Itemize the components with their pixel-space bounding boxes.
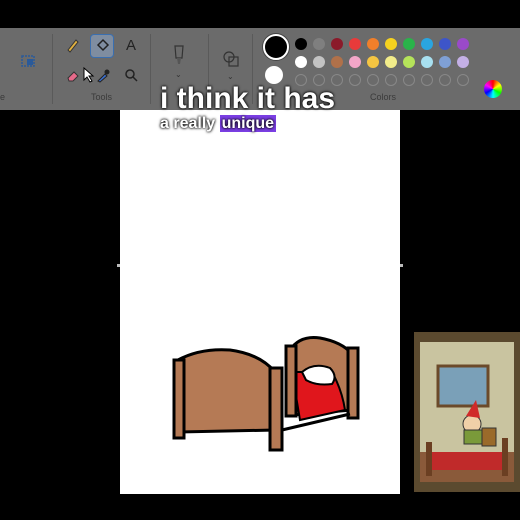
shapes-icon[interactable] xyxy=(220,48,242,70)
palette-swatch[interactable] xyxy=(421,38,433,50)
custom-color-slot[interactable] xyxy=(385,74,397,86)
primary-color-swatch[interactable] xyxy=(263,34,289,60)
custom-color-slot[interactable] xyxy=(349,74,361,86)
drawing-canvas[interactable] xyxy=(120,110,400,495)
caption-line1: i think it has xyxy=(160,82,336,115)
brush-icon[interactable] xyxy=(168,44,190,66)
palette-swatch[interactable] xyxy=(295,38,307,50)
fill-bucket-icon[interactable] xyxy=(90,34,114,58)
palette-swatch[interactable] xyxy=(367,56,379,68)
palette-swatch[interactable] xyxy=(349,56,361,68)
palette-swatch[interactable] xyxy=(403,38,415,50)
resize-handle[interactable] xyxy=(117,264,120,267)
colors-group-label: Colors xyxy=(370,92,397,102)
color-picker-icon[interactable] xyxy=(92,64,114,86)
palette-swatch[interactable] xyxy=(457,38,469,50)
separator xyxy=(52,34,53,104)
palette-swatch[interactable] xyxy=(385,56,397,68)
caption-line2: a really unique xyxy=(160,114,335,134)
palette-swatch[interactable] xyxy=(331,56,343,68)
palette-swatch[interactable] xyxy=(313,38,325,50)
caption-plain: a really xyxy=(160,115,216,132)
bottom-bar xyxy=(0,494,520,520)
magnifier-icon[interactable] xyxy=(120,64,142,86)
custom-color-slot[interactable] xyxy=(403,74,415,86)
video-caption: i think it has a really unique xyxy=(160,82,335,134)
custom-color-slot[interactable] xyxy=(439,74,451,86)
tools-group-label: Tools xyxy=(91,92,113,102)
palette-swatch[interactable] xyxy=(313,56,325,68)
pencil-icon[interactable] xyxy=(62,34,84,56)
palette-swatch[interactable] xyxy=(367,38,379,50)
custom-color-slot[interactable] xyxy=(421,74,433,86)
palette-swatch[interactable] xyxy=(439,56,451,68)
left-group-label: e xyxy=(0,92,6,102)
palette-swatch[interactable] xyxy=(385,38,397,50)
reference-image-scene xyxy=(420,342,514,482)
select-icon[interactable] xyxy=(18,50,40,72)
custom-color-slot[interactable] xyxy=(367,74,379,86)
palette-swatch[interactable] xyxy=(439,38,451,50)
chevron-down-icon[interactable]: ⌄ xyxy=(227,72,234,81)
palette-swatch[interactable] xyxy=(295,56,307,68)
custom-color-slot[interactable] xyxy=(457,74,469,86)
separator xyxy=(150,34,151,104)
color-wheel-icon[interactable] xyxy=(484,80,502,98)
reference-image xyxy=(414,332,520,492)
caption-highlight: unique xyxy=(219,115,277,132)
chevron-down-icon[interactable]: ⌄ xyxy=(175,70,182,79)
resize-handle[interactable] xyxy=(400,264,403,267)
palette-swatch[interactable] xyxy=(421,56,433,68)
palette-swatch[interactable] xyxy=(457,56,469,68)
text-icon[interactable]: A xyxy=(120,34,142,56)
bed-drawing xyxy=(172,336,360,452)
palette-swatch[interactable] xyxy=(349,38,361,50)
palette-swatch[interactable] xyxy=(331,38,343,50)
palette-swatch[interactable] xyxy=(403,56,415,68)
